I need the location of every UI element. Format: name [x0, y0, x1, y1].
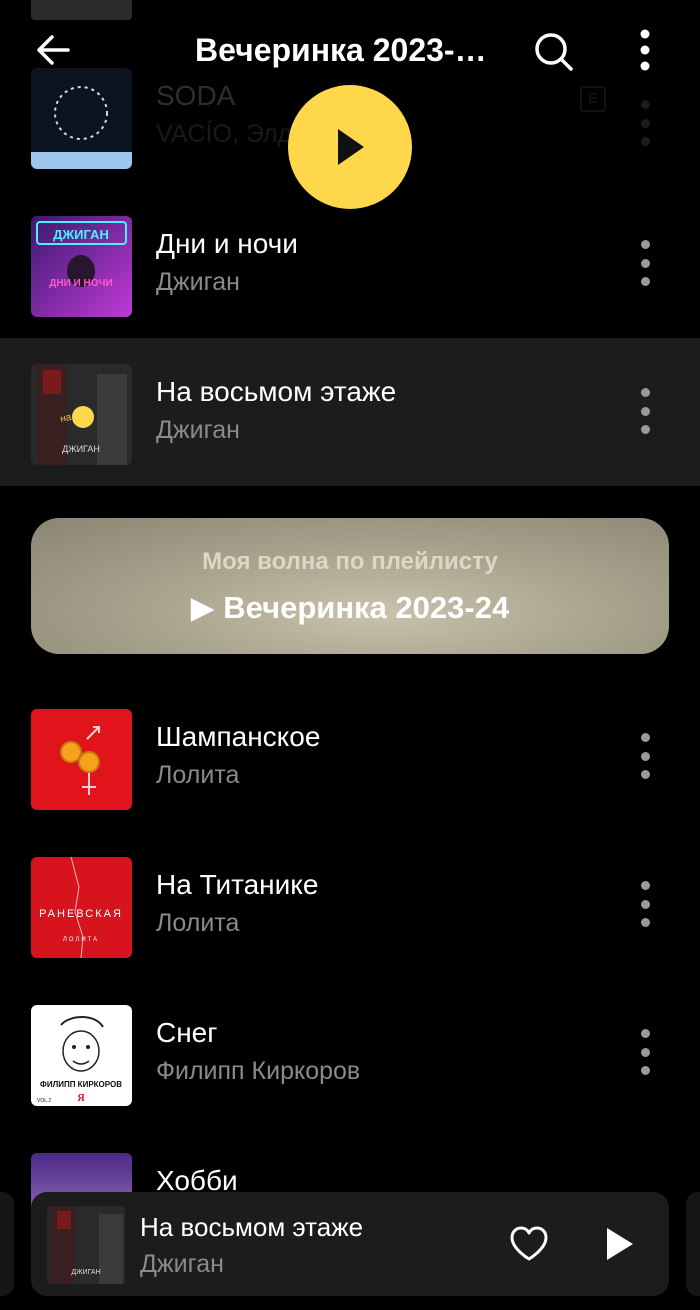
mini-player-artist: Джиган [140, 1250, 224, 1278]
track-row[interactable]: Шампанское Лолита [0, 683, 700, 831]
track-more-button[interactable] [632, 240, 658, 286]
album-cover [31, 709, 132, 810]
track-title: На восьмом этаже [156, 376, 397, 407]
track-artist: Лолита [156, 909, 240, 937]
track-row[interactable]: ДЖИГАН ДНИ И НОЧИ Дни и ночи Джиган [0, 190, 700, 338]
mini-player-prev-peek[interactable] [0, 1192, 14, 1296]
play-icon[interactable] [603, 1226, 637, 1262]
wave-title: ▶ Вечеринка 2023-24 [190, 590, 510, 625]
mini-player[interactable]: ДЖИГАН На восьмом этаже Джиган [31, 1192, 669, 1296]
mini-player-title: На восьмом этаже [140, 1212, 364, 1242]
track-more-button[interactable] [632, 100, 658, 146]
cover-small-text: VOL.2 [37, 1098, 51, 1104]
cover-text: ФИЛИПП КИРКОРОВ [40, 1080, 122, 1089]
back-arrow-icon[interactable] [32, 28, 76, 72]
cover-subtext: ДНИ И НОЧИ [49, 278, 113, 289]
track-more-button[interactable] [632, 388, 658, 434]
track-row[interactable]: РАНЕВСКАЯ ЛОЛИТА На Титанике Лолита [0, 831, 700, 979]
track-title: На Титанике [156, 869, 319, 900]
mini-player-cover: ДЖИГАН [47, 1206, 125, 1284]
cover-subtext: ЛОЛИТА [63, 937, 99, 943]
track-more-button[interactable] [632, 1029, 658, 1075]
wave-subtitle: Моя волна по плейлисту [202, 548, 498, 575]
track-artist: Джиган [156, 416, 240, 444]
cover-text: РАНЕВСКАЯ [39, 908, 123, 920]
track-title: Шампанское [156, 721, 321, 752]
album-cover: ДЖИГАН ДНИ И НОЧИ [31, 216, 132, 317]
track-more-button[interactable] [632, 733, 658, 779]
track-more-button[interactable] [632, 881, 658, 927]
playlist-title: Вечеринка 2023-… [195, 32, 487, 68]
track-artist: VACÍO, Элд [156, 120, 293, 148]
svg-text:ДЖИГАН: ДЖИГАН [62, 444, 100, 454]
cover-text: ДЖИГАН [53, 227, 109, 242]
more-vertical-icon[interactable] [630, 26, 660, 74]
play-icon [338, 129, 364, 165]
mini-player-next-peek[interactable] [686, 1192, 700, 1296]
heart-icon[interactable] [507, 1222, 551, 1266]
now-playing-indicator [72, 406, 94, 428]
album-cover: ФИЛИПП КИРКОРОВ Я VOL.2 [31, 1005, 132, 1106]
track-row-active[interactable]: на ДЖИГАН На восьмом этаже Джиган [0, 338, 700, 486]
track-artist: Джиган [156, 268, 240, 296]
my-wave-banner[interactable]: Моя волна по плейлисту ▶ Вечеринка 2023-… [31, 518, 669, 654]
track-artist: Филипп Киркоров [156, 1057, 361, 1085]
album-cover: РАНЕВСКАЯ ЛОЛИТА [31, 857, 132, 958]
svg-text:ДЖИГАН: ДЖИГАН [71, 1269, 100, 1276]
track-artist: Лолита [156, 761, 240, 789]
track-title: Снег [156, 1017, 218, 1048]
cover-subtext: Я [77, 1093, 85, 1104]
track-row[interactable]: ФИЛИПП КИРКОРОВ Я VOL.2 Снег Филипп Кирк… [0, 979, 700, 1127]
search-icon[interactable] [530, 28, 578, 76]
track-title: Дни и ночи [156, 228, 298, 259]
